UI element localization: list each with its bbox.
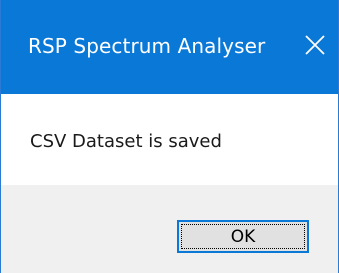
ok-button-label: OK <box>230 226 256 247</box>
message-dialog: RSP Spectrum Analyser CSV Dataset is sav… <box>0 0 339 273</box>
ok-button[interactable]: OK <box>177 220 309 253</box>
close-icon <box>305 35 325 55</box>
dialog-message: CSV Dataset is saved <box>30 131 222 152</box>
close-button[interactable] <box>301 30 329 60</box>
title-bar[interactable]: RSP Spectrum Analyser <box>1 0 338 94</box>
dialog-footer: OK <box>1 185 338 273</box>
dialog-content: CSV Dataset is saved <box>1 94 338 185</box>
window-title: RSP Spectrum Analyser <box>28 34 266 58</box>
